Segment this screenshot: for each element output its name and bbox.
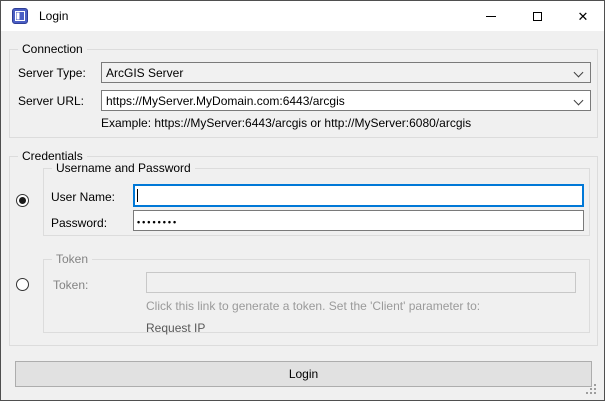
request-ip-link[interactable]: Request IP bbox=[146, 321, 205, 335]
server-type-selected-value: ArcGIS Server bbox=[106, 66, 183, 80]
connection-group-label: Connection bbox=[18, 42, 87, 56]
resize-grip-icon[interactable] bbox=[586, 384, 598, 396]
server-url-combobox[interactable]: https://MyServer.MyDomain.com:6443/arcgi… bbox=[101, 90, 591, 111]
token-label: Token: bbox=[53, 278, 88, 292]
server-type-label: Server Type: bbox=[18, 66, 86, 80]
user-name-input[interactable] bbox=[133, 184, 584, 207]
chevron-down-icon bbox=[574, 68, 584, 78]
login-button-label: Login bbox=[289, 367, 318, 381]
window-title: Login bbox=[39, 1, 68, 31]
close-icon: ✕ bbox=[578, 10, 589, 23]
username-password-radio[interactable] bbox=[16, 194, 29, 207]
token-instruction-text: Click this link to generate a token. Set… bbox=[146, 299, 480, 313]
login-dialog: Login ✕ Connection Server Type: ArcGIS S… bbox=[0, 0, 605, 401]
server-url-value: https://MyServer.MyDomain.com:6443/arcgi… bbox=[106, 94, 345, 108]
text-caret bbox=[137, 189, 138, 202]
close-button[interactable]: ✕ bbox=[560, 1, 605, 31]
username-password-group-label: Username and Password bbox=[52, 161, 195, 175]
password-label: Password: bbox=[51, 216, 107, 230]
chevron-down-icon bbox=[574, 96, 584, 106]
login-button[interactable]: Login bbox=[15, 361, 592, 387]
maximize-icon bbox=[533, 12, 542, 21]
token-group: Token bbox=[43, 259, 590, 333]
server-url-example-text: Example: https://MyServer:6443/arcgis or… bbox=[101, 116, 471, 130]
server-type-dropdown[interactable]: ArcGIS Server bbox=[101, 62, 591, 83]
title-bar[interactable]: Login ✕ bbox=[1, 1, 604, 31]
form-icon bbox=[12, 8, 28, 24]
user-name-label: User Name: bbox=[51, 190, 115, 204]
password-input[interactable] bbox=[133, 210, 584, 231]
token-group-label: Token bbox=[52, 252, 92, 266]
minimize-icon bbox=[486, 16, 496, 17]
token-radio[interactable] bbox=[16, 278, 29, 291]
server-url-label: Server URL: bbox=[18, 94, 84, 108]
minimize-button[interactable] bbox=[468, 1, 514, 31]
maximize-button[interactable] bbox=[514, 1, 560, 31]
token-input bbox=[146, 272, 576, 293]
